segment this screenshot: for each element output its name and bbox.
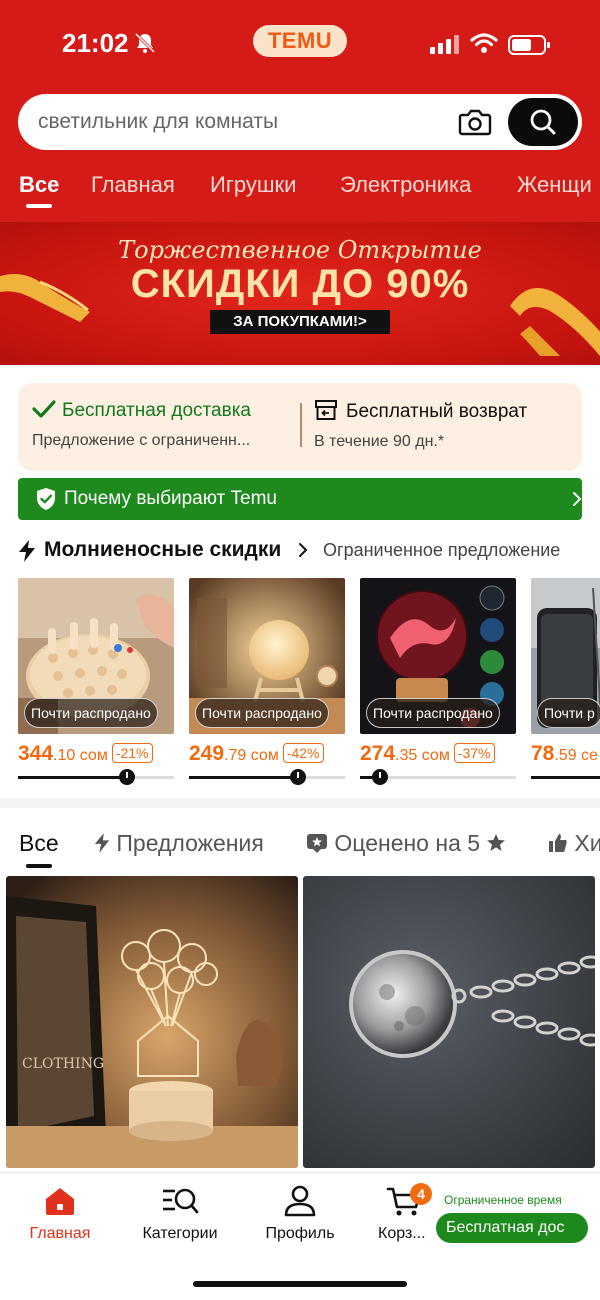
why-temu-label: Почему выбирают Temu: [64, 488, 277, 509]
divider: [300, 403, 302, 447]
battery-icon: [508, 35, 550, 55]
category-tabs: Все Главная Игрушки Электроника Женщи: [0, 168, 600, 218]
flash-deals-header[interactable]: Молниеносные скидки Ограниченное предлож…: [18, 536, 600, 566]
stock-progress-bar: [531, 776, 600, 779]
cellular-signal-icon: [430, 35, 459, 54]
stock-progress-bar: [18, 769, 174, 785]
free-shipping-benefit[interactable]: Бесплатная доставка Предложение с ограни…: [32, 399, 300, 450]
status-time: 21:02: [62, 28, 129, 58]
promo-banner[interactable]: Торжественное Открытие СКИДКИ ДО 90% ЗА …: [0, 222, 600, 365]
bell-muted-icon: [134, 32, 156, 54]
flash-deal-card[interactable]: Почти распродано 249.79 сом -42%: [189, 578, 345, 790]
flash-deal-card[interactable]: Почти распродано 344.10 сом -21%: [18, 578, 174, 790]
nav-profile[interactable]: Профиль: [245, 1185, 355, 1257]
active-tab-indicator: [26, 864, 52, 868]
product-image: CLOTHING: [6, 876, 298, 1168]
camera-icon[interactable]: [458, 107, 492, 137]
rating-badge-icon: [307, 834, 327, 853]
flash-deals-subtitle: Ограниченное предложение: [323, 540, 561, 560]
nav-categories[interactable]: Категории: [125, 1185, 235, 1257]
almost-sold-out-badge: Почти распродано: [24, 698, 158, 728]
free-returns-subtitle: В течение 90 дн.*: [314, 433, 445, 450]
tab-women[interactable]: Женщи: [517, 172, 592, 198]
nav-home[interactable]: Главная: [5, 1185, 115, 1257]
temu-home-screen: 21:02 TEMU светильник для комнаты Все Гл…: [0, 0, 600, 1300]
stock-progress-bar: [189, 769, 345, 785]
feed-tabs: Все Предложения Оценено на 5 Хи: [0, 826, 600, 872]
price: 344.10 сом -21%: [18, 742, 153, 766]
flash-deal-card[interactable]: Почти распродано 274.35 сом -37%: [360, 578, 516, 790]
price: 274.35 сом -37%: [360, 742, 495, 766]
search-button[interactable]: [508, 98, 578, 146]
product-feed: CLOTHING: [0, 876, 600, 1171]
discount-badge: -37%: [453, 743, 495, 763]
header: 21:02 TEMU светильник для комнаты Все Гл…: [0, 0, 600, 365]
feed-tab-five-star[interactable]: Оценено на 5: [306, 830, 506, 857]
banner-shop-button[interactable]: ЗА ПОКУПКАМИ!>: [210, 310, 390, 334]
home-icon: [46, 1188, 74, 1215]
banner-script-text: Торжественное Открытие: [118, 236, 482, 264]
shield-check-icon: [37, 488, 55, 510]
bottom-navigation: Главная Категории Профиль 4 Корз... Огра…: [0, 1172, 600, 1300]
return-box-icon: [315, 400, 337, 420]
product-image: [303, 876, 595, 1168]
feed-tab-all[interactable]: Все: [19, 830, 59, 857]
why-temu-banner[interactable]: Почему выбирают Temu: [18, 478, 582, 520]
star-icon: [487, 834, 506, 851]
flash-deal-card[interactable]: Почти р 78.59 се: [531, 578, 600, 790]
discount-badge: -21%: [111, 743, 153, 763]
price: 249.79 сом -42%: [189, 742, 324, 766]
search-bar[interactable]: [18, 94, 582, 150]
flash-deals-title: Молниеносные скидки: [44, 538, 282, 561]
flash-deals-carousel[interactable]: Почти распродано 344.10 сом -21% Почти р…: [0, 578, 600, 793]
status-bar: 21:02 TEMU: [0, 0, 600, 90]
feed-tab-deals[interactable]: Предложения: [94, 830, 264, 857]
tab-toys[interactable]: Игрушки: [210, 172, 296, 198]
section-separator: [0, 798, 600, 808]
price: 78.59 се: [531, 742, 598, 765]
tab-electronics[interactable]: Электроника: [340, 172, 471, 198]
tab-home[interactable]: Главная: [91, 172, 175, 198]
check-icon: [32, 400, 56, 418]
profile-icon: [284, 1185, 316, 1217]
free-shipping-title: Бесплатная доставка: [62, 400, 251, 421]
free-returns-title: Бесплатный возврат: [346, 401, 528, 422]
free-returns-benefit[interactable]: Бесплатный возврат В течение 90 дн.*: [314, 399, 574, 451]
home-indicator: [193, 1281, 407, 1287]
almost-sold-out-badge: Почти распродано: [366, 698, 500, 728]
feed-tab-hits[interactable]: Хи: [548, 830, 600, 857]
categories-search-icon: [163, 1188, 199, 1214]
tab-all[interactable]: Все: [19, 172, 59, 198]
lightning-icon: [94, 833, 110, 853]
temu-logo-pill[interactable]: TEMU: [253, 25, 347, 57]
product-card[interactable]: [303, 876, 595, 1168]
chevron-right-icon: [299, 543, 308, 557]
timer-icon: [119, 769, 135, 785]
stock-progress-bar: [360, 769, 516, 785]
cart-count-badge: 4: [410, 1183, 432, 1205]
search-input[interactable]: [38, 94, 448, 150]
wifi-icon: [470, 33, 498, 53]
almost-sold-out-badge: Почти распродано: [195, 698, 329, 728]
benefits-card[interactable]: Бесплатная доставка Предложение с ограни…: [18, 383, 582, 471]
free-shipping-subtitle: Предложение с ограниченн...: [32, 432, 251, 449]
timer-icon: [372, 769, 388, 785]
nav-home-label: Главная: [29, 1225, 91, 1242]
almost-sold-out-badge: Почти р: [537, 698, 600, 728]
product-card[interactable]: CLOTHING: [6, 876, 298, 1168]
free-shipping-button[interactable]: Бесплатная дос: [436, 1213, 588, 1243]
search-icon: [530, 109, 556, 135]
banner-headline: СКИДКИ ДО 90%: [130, 262, 470, 306]
book-cover-text: CLOTHING: [22, 1056, 104, 1072]
nav-categories-label: Категории: [142, 1225, 218, 1242]
thumbs-up-icon: [549, 834, 567, 852]
timer-icon: [290, 769, 306, 785]
lightning-icon: [19, 540, 35, 562]
nav-profile-label: Профиль: [265, 1225, 335, 1242]
chevron-right-icon: [573, 492, 582, 506]
limited-time-label: Ограниченное время: [444, 1193, 562, 1207]
discount-badge: -42%: [282, 743, 324, 763]
active-tab-indicator: [26, 204, 52, 208]
